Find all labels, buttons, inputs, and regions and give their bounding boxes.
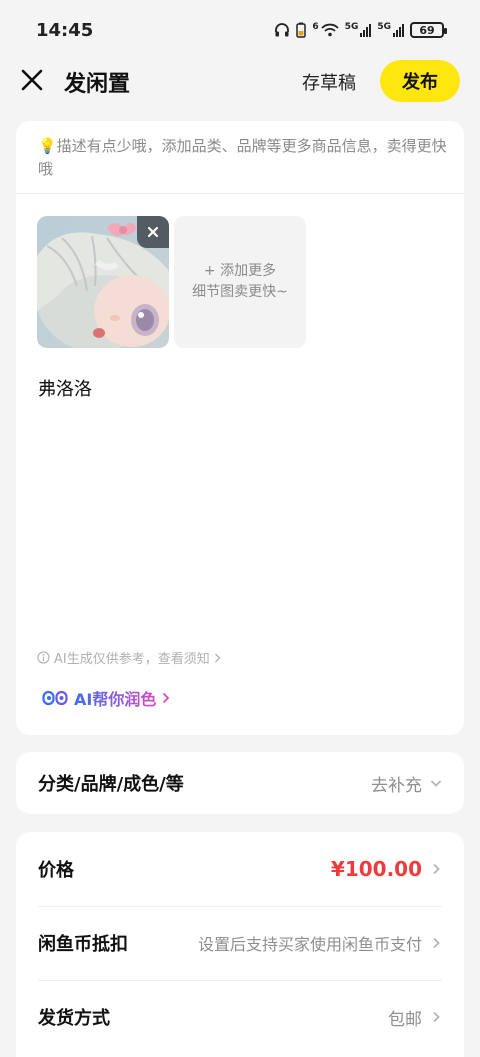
network-label-b: 5G bbox=[344, 22, 359, 32]
status-bar: 14:45 6 5G 5G 69 bbox=[0, 0, 480, 60]
price-value: ¥100.00 bbox=[330, 857, 422, 881]
coin-deduction-value: 设置后支持买家使用闲鱼币支付 bbox=[197, 935, 422, 954]
coin-deduction-label: 闲鱼币抵扣 bbox=[38, 934, 128, 955]
description-input[interactable]: 弗洛洛 bbox=[38, 375, 92, 401]
add-photo-button[interactable]: + 添加更多 细节图卖更快~ bbox=[174, 216, 306, 348]
chevron-down-icon bbox=[430, 780, 442, 787]
description-card: 💡描述有点少哦，添加品类、品牌等更多商品信息，卖得更快哦 + 添加更多 细节图卖… bbox=[16, 121, 464, 735]
category-label: 分类/品牌/成色/等 bbox=[38, 774, 184, 795]
top-nav: 发闲置 存草稿 发布 bbox=[0, 56, 480, 106]
price-label: 价格 bbox=[38, 860, 74, 881]
shipping-label: 发货方式 bbox=[38, 1008, 110, 1029]
phone-battery-icon bbox=[296, 22, 307, 38]
ai-polish-button[interactable]: AI帮你润色 bbox=[42, 686, 170, 710]
chevron-right-icon bbox=[433, 937, 440, 949]
status-icons: 6 5G 5G 69 bbox=[274, 22, 447, 38]
chevron-right-icon bbox=[214, 653, 221, 662]
description-tip: 💡描述有点少哦，添加品类、品牌等更多商品信息，卖得更快哦 bbox=[38, 137, 447, 178]
ai-disclaimer-link[interactable]: AI生成仅供参考，查看须知 bbox=[37, 648, 221, 667]
ai-polish-label: AI帮你润色 bbox=[74, 686, 156, 710]
ai-disclaimer-text: AI生成仅供参考，查看须知 bbox=[54, 652, 210, 667]
product-photo[interactable] bbox=[37, 216, 169, 348]
signal-icon bbox=[393, 23, 404, 37]
delete-photo-button[interactable] bbox=[137, 216, 169, 248]
ai-glasses-icon bbox=[42, 690, 68, 706]
details-card: 价格 ¥100.00 闲鱼币抵扣 设置后支持买家使用闲鱼币支付 发货方式 包邮 bbox=[16, 832, 464, 1057]
save-draft-button[interactable]: 存草稿 bbox=[302, 69, 356, 95]
status-time: 14:45 bbox=[36, 19, 94, 41]
add-photo-label: + 添加更多 bbox=[203, 263, 277, 279]
shipping-row[interactable]: 发货方式 包邮 bbox=[16, 980, 464, 1054]
network-label-a: 6 bbox=[312, 22, 319, 32]
price-row[interactable]: 价格 ¥100.00 bbox=[16, 832, 464, 906]
page-title: 发闲置 bbox=[64, 72, 131, 97]
category-row-content: 分类/品牌/成色/等 去补充 bbox=[16, 752, 464, 814]
wifi-icon bbox=[321, 23, 339, 37]
coin-deduction-row[interactable]: 闲鱼币抵扣 设置后支持买家使用闲鱼币支付 bbox=[16, 906, 464, 980]
battery-indicator: 69 bbox=[410, 22, 447, 38]
shipping-value: 包邮 bbox=[388, 1009, 422, 1030]
divider bbox=[16, 193, 464, 194]
close-icon[interactable] bbox=[20, 68, 44, 92]
publish-button[interactable]: 发布 bbox=[380, 60, 460, 102]
close-icon bbox=[147, 226, 159, 238]
category-row[interactable]: 分类/品牌/成色/等 去补充 bbox=[16, 752, 464, 814]
chevron-right-icon bbox=[433, 1011, 440, 1023]
headphones-icon bbox=[275, 23, 290, 37]
chevron-right-icon bbox=[433, 863, 440, 875]
add-photo-hint: 细节图卖更快~ bbox=[192, 284, 288, 300]
category-value: 去补充 bbox=[371, 775, 422, 796]
signal-icon bbox=[360, 23, 372, 37]
network-label-c: 5G bbox=[377, 22, 391, 32]
chevron-right-icon bbox=[163, 692, 170, 704]
info-icon bbox=[37, 651, 50, 664]
